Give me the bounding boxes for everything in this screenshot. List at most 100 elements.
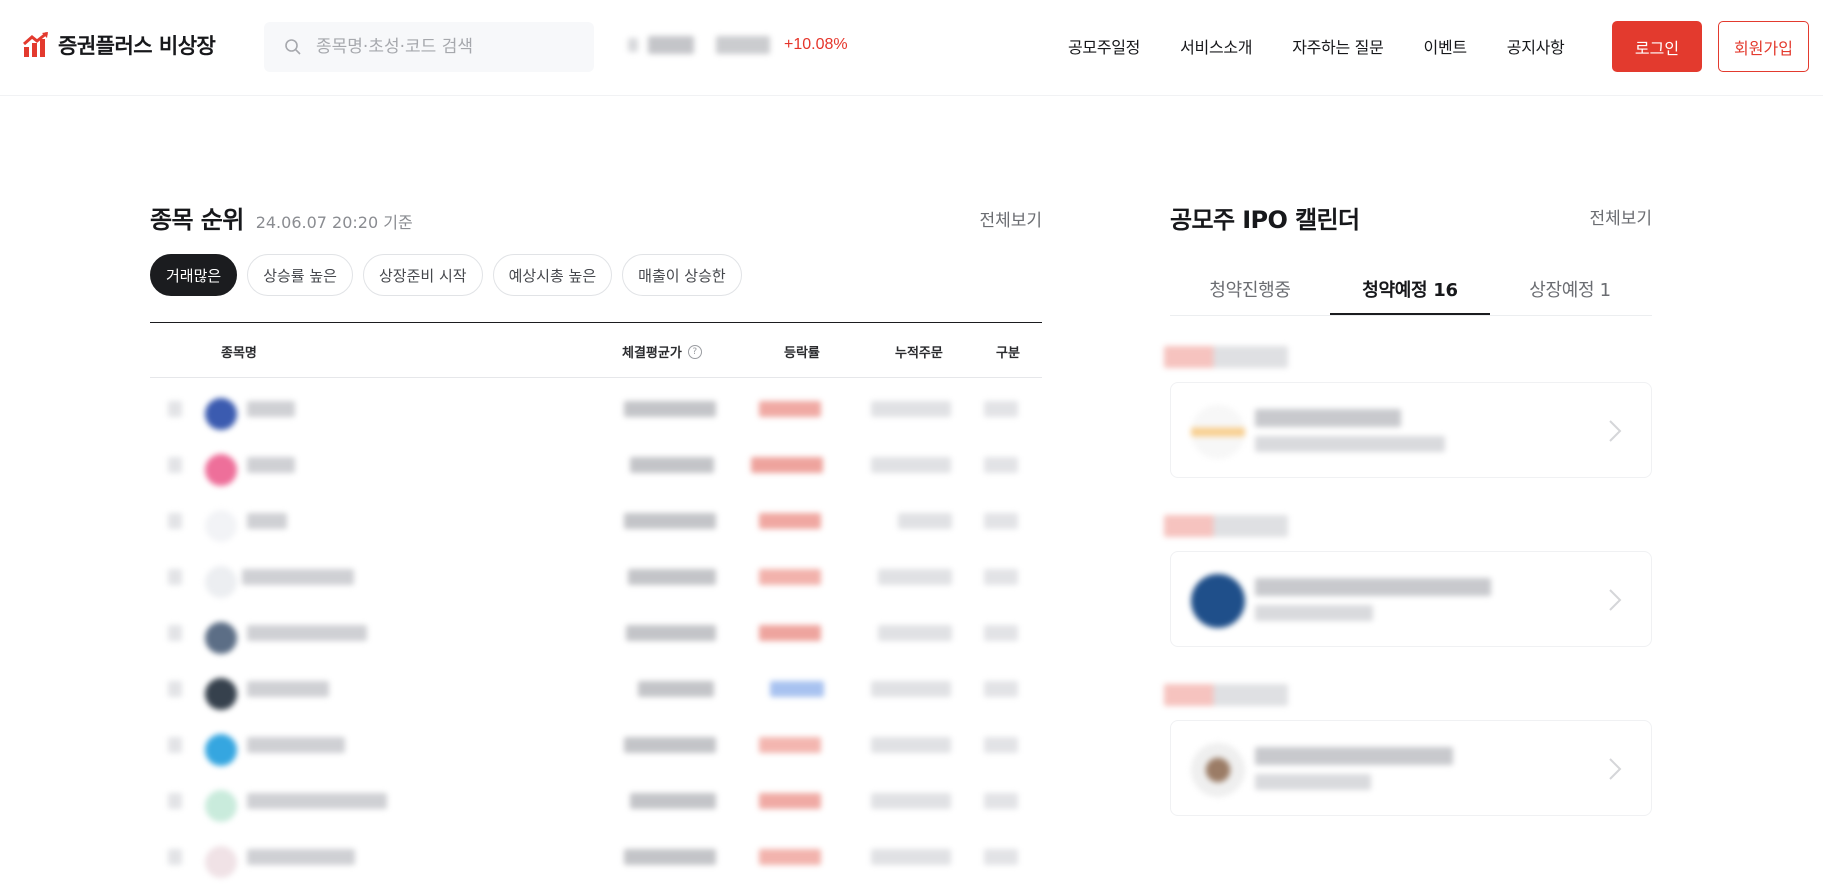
ipo-card[interactable] [1170, 382, 1652, 478]
row-rank [168, 513, 182, 529]
company-logo [205, 678, 237, 710]
search-icon [285, 39, 301, 55]
search-input[interactable] [316, 37, 566, 57]
signup-button[interactable]: 회원가입 [1718, 21, 1809, 72]
ranking-table: 종목명 체결평균가 ? 등락률 누적주문 구분 [150, 322, 1042, 882]
avg-price [624, 513, 716, 529]
stock-type [984, 457, 1018, 473]
table-row[interactable] [150, 378, 1042, 434]
ranking-filter-chips: 거래많은 상승률 높은 상장준비 시작 예상시총 높은 매출이 상승한 [150, 254, 1042, 296]
table-row[interactable] [150, 434, 1042, 490]
avg-price [628, 569, 716, 585]
ipo-date-label [1164, 515, 1288, 537]
change-rate [759, 401, 821, 417]
cumulative-orders [871, 849, 951, 865]
ipo-title: 공모주 IPO 캘린더 [1170, 206, 1360, 234]
ipo-card[interactable] [1170, 551, 1652, 647]
tab-listing-upcoming[interactable]: 상장예정 1 [1490, 261, 1650, 315]
stock-type [984, 849, 1018, 865]
cumulative-orders [871, 401, 951, 417]
table-row[interactable] [150, 602, 1042, 658]
cumulative-orders [871, 737, 951, 753]
row-rank [168, 625, 182, 641]
info-icon[interactable]: ? [687, 344, 702, 359]
ranking-header: 종목 순위 24.06.07 20:20 기준 전체보기 [150, 200, 1042, 234]
column-price: 체결평균가 ? [622, 342, 702, 361]
nav-notices[interactable]: 공지사항 [1507, 34, 1565, 58]
stock-type [984, 401, 1018, 417]
ranking-see-all-link[interactable]: 전체보기 [979, 206, 1042, 231]
avg-price [624, 849, 716, 865]
tab-subscription-upcoming[interactable]: 청약예정 16 [1330, 261, 1490, 315]
ipo-card[interactable] [1170, 720, 1652, 816]
company-logo [205, 846, 237, 878]
ticker-name [648, 36, 694, 54]
chip-revenue-growth[interactable]: 매출이 상승한 [622, 254, 742, 296]
change-rate [759, 849, 821, 865]
column-type: 구분 [996, 346, 1020, 361]
tab-subscription-open[interactable]: 청약진행중 [1170, 261, 1330, 315]
company-logo [205, 622, 237, 654]
cumulative-orders [871, 457, 951, 473]
stock-name [247, 849, 355, 865]
change-rate [759, 513, 821, 529]
company-logo [1191, 405, 1245, 459]
chip-high-market-cap[interactable]: 예상시총 높은 [492, 254, 613, 296]
ipo-see-all-link[interactable]: 전체보기 [1589, 204, 1652, 229]
ipo-calendar-section: 공모주 IPO 캘린더 전체보기 청약진행중 청약예정 16 상장예정 1 [1164, 200, 1652, 816]
ranking-timestamp: 24.06.07 20:20 기준 [255, 213, 413, 232]
search-box[interactable] [264, 22, 594, 72]
row-rank [168, 793, 182, 809]
stock-type [984, 569, 1018, 585]
chip-listing-prep[interactable]: 상장준비 시작 [362, 254, 483, 296]
cumulative-orders [871, 793, 951, 809]
table-row[interactable] [150, 770, 1042, 826]
chip-most-traded[interactable]: 거래많은 [150, 254, 238, 296]
company-logo [205, 398, 237, 430]
company-logo [205, 790, 237, 822]
stock-name [247, 737, 345, 753]
table-row[interactable] [150, 658, 1042, 714]
table-row[interactable] [150, 714, 1042, 770]
stock-name [247, 457, 295, 473]
chevron-right-icon [1609, 420, 1622, 442]
brand-logo[interactable]: 증권플러스 비상장 [22, 30, 216, 60]
stock-name [247, 625, 367, 641]
cumulative-orders [878, 569, 952, 585]
stock-type [984, 681, 1018, 697]
login-button[interactable]: 로그인 [1612, 21, 1702, 72]
stock-type [984, 793, 1018, 809]
ipo-date-label [1164, 684, 1288, 706]
ipo-company-name [1255, 747, 1453, 765]
stock-chart-icon [23, 31, 48, 57]
market-ticker[interactable]: +10.08% [628, 36, 848, 54]
nav-service-intro[interactable]: 서비스소개 [1180, 34, 1252, 58]
stock-name [247, 681, 329, 697]
company-logo [205, 734, 237, 766]
stock-name [247, 793, 387, 809]
cumulative-orders [871, 681, 951, 697]
ipo-schedule-info [1255, 436, 1445, 452]
chip-top-gainers[interactable]: 상승률 높은 [247, 254, 353, 296]
ipo-company-name [1255, 578, 1491, 596]
stock-name [247, 401, 295, 417]
table-row[interactable] [150, 490, 1042, 546]
avg-price [630, 457, 714, 473]
company-logo [205, 566, 237, 598]
company-logo [205, 454, 237, 486]
column-price-label: 체결평균가 [622, 346, 682, 361]
ipo-tabs: 청약진행중 청약예정 16 상장예정 1 [1170, 261, 1652, 316]
brand-name: 증권플러스 비상장 [58, 34, 216, 58]
top-header: 증권플러스 비상장 +10.08% 공모주일정 서비스소개 자주하는 질문 이벤… [0, 0, 1823, 96]
nav-events[interactable]: 이벤트 [1424, 34, 1468, 58]
nav-ipo-schedule[interactable]: 공모주일정 [1068, 34, 1140, 58]
table-row[interactable] [150, 826, 1042, 882]
table-row[interactable] [150, 546, 1042, 602]
chevron-right-icon [1609, 589, 1622, 611]
main-nav: 공모주일정 서비스소개 자주하는 질문 이벤트 공지사항 [1068, 34, 1565, 58]
avg-price [638, 681, 714, 697]
stock-ranking-section: 종목 순위 24.06.07 20:20 기준 전체보기 거래많은 상승률 높은… [150, 200, 1042, 882]
row-rank [168, 681, 182, 697]
nav-faq[interactable]: 자주하는 질문 [1292, 34, 1384, 58]
avg-price [624, 401, 716, 417]
